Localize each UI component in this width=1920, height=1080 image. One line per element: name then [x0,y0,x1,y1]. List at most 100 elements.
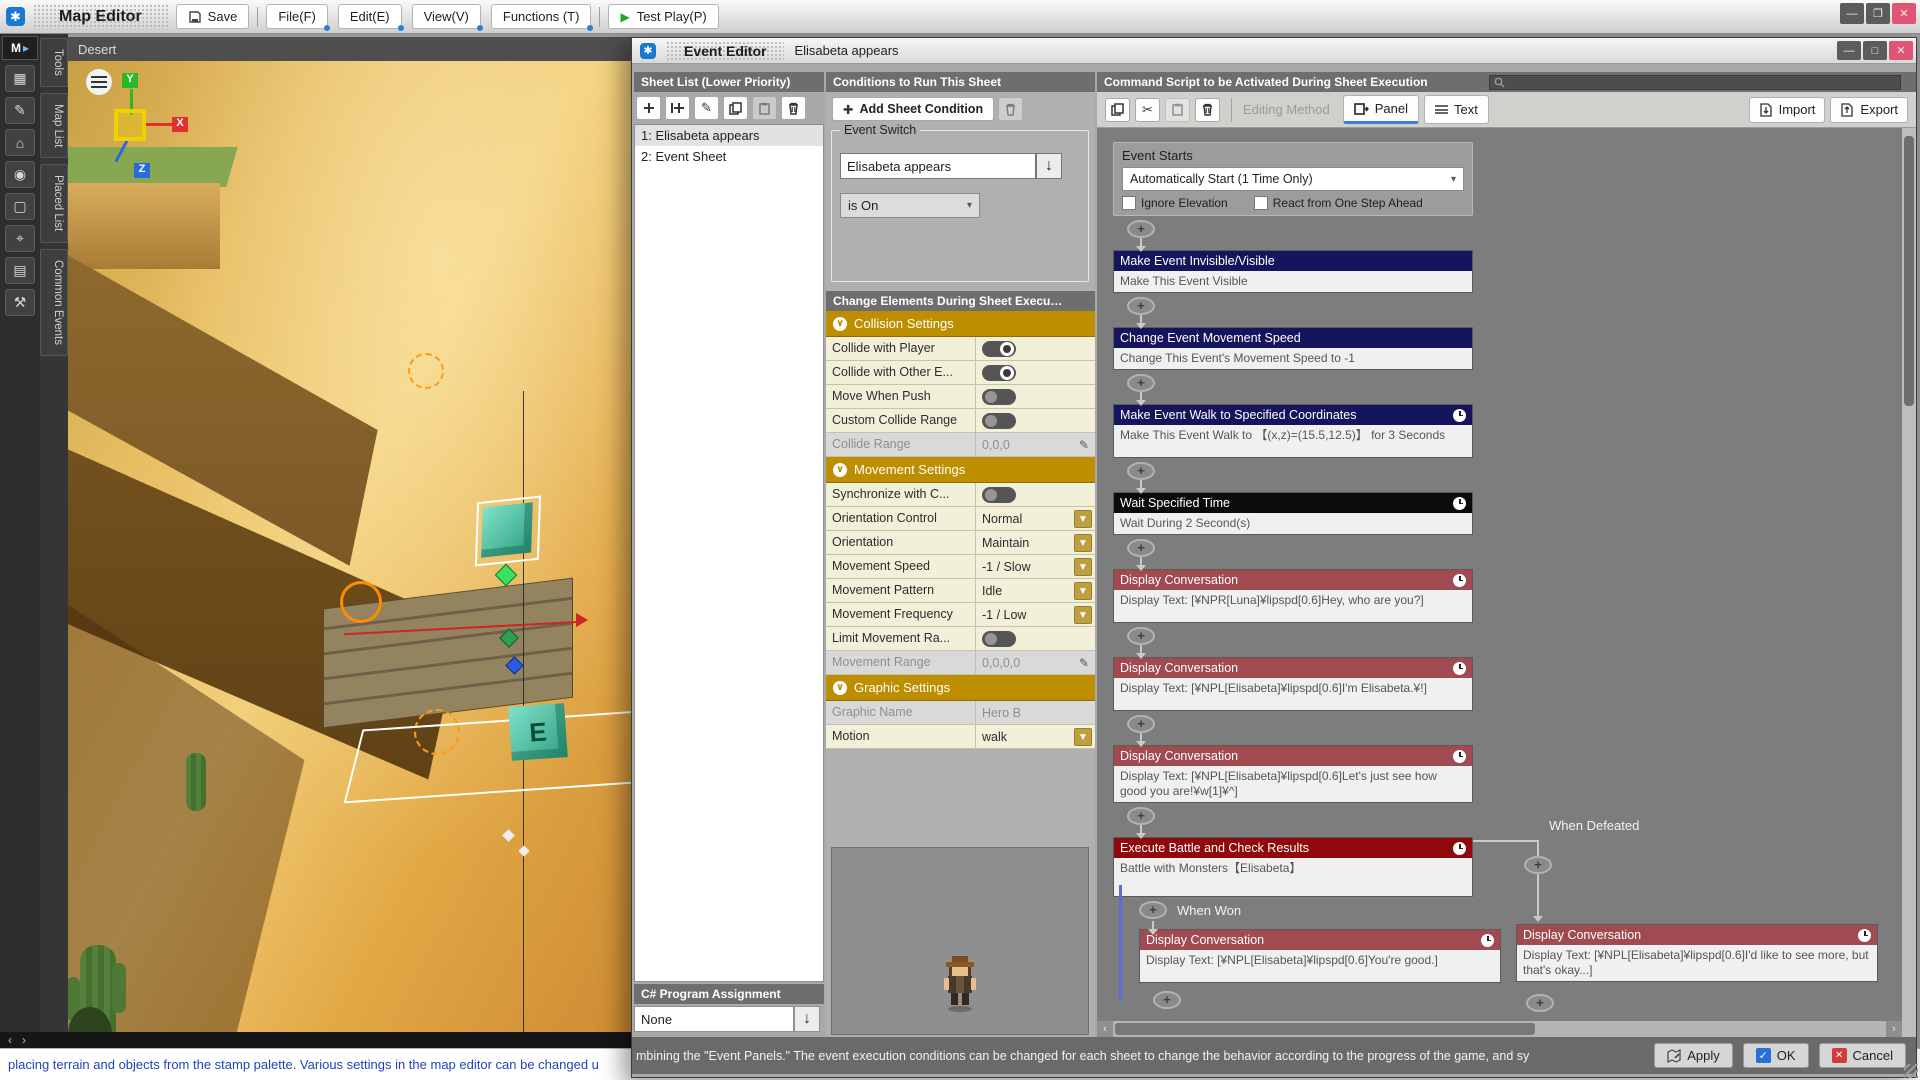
scroll-right-icon[interactable]: › [1886,1021,1902,1037]
test-play-button[interactable]: ▶ Test Play(P) [608,4,718,29]
setting-value[interactable]: Normal▼ [976,507,1095,530]
setting-value[interactable]: -1 / Low▼ [976,603,1095,626]
menu-item[interactable]: File(F) [266,4,328,29]
react-one-step-checkbox[interactable]: React from One Step Ahead [1254,196,1423,210]
building-tool-icon[interactable]: ⌂ [5,129,35,156]
insert-command-button[interactable]: + [1127,627,1155,645]
rename-sheet-button[interactable]: ✎ [694,96,719,120]
toggle-off[interactable] [982,413,1016,429]
stamp-tool-icon[interactable]: ▦ [5,65,35,92]
switch-select[interactable]: Elisabeta appears [840,153,1036,179]
toggle-off[interactable] [982,389,1016,405]
insert-command-button[interactable]: + [1127,807,1155,825]
command-flow-canvas[interactable]: Event Starts Automatically Start (1 Time… [1097,128,1902,1021]
sheet-list-item[interactable]: 2: Event Sheet [635,146,823,167]
delete-sheet-button[interactable] [781,96,806,120]
menu-item[interactable]: View(V) [412,4,481,29]
add-sheet-button[interactable] [636,96,661,120]
toggle-on[interactable] [982,341,1016,357]
insert-command-button[interactable]: + [1127,539,1155,557]
setting-value[interactable] [976,627,1095,650]
add-sheet-condition-button[interactable]: ✚Add Sheet Condition [832,97,994,121]
layers-tool-icon[interactable]: ▤ [5,257,35,284]
copy-command-button[interactable] [1105,98,1130,122]
insert-command-button[interactable]: + [1524,856,1552,874]
sheet-list[interactable]: 1: Elisabeta appears2: Event Sheet [634,124,824,982]
insert-command-button[interactable]: + [1127,462,1155,480]
editor-minimize-button[interactable]: — [1837,41,1861,60]
setting-value[interactable] [976,483,1095,506]
setting-value[interactable] [976,409,1095,432]
sidebar-tab-tools[interactable]: Tools [40,38,68,87]
target-tool-icon[interactable]: ⌖ [5,225,35,252]
save-button[interactable]: Save [176,4,250,29]
insert-command-button[interactable]: + [1139,901,1167,919]
insert-command-button[interactable]: + [1127,715,1155,733]
sheet-list-item[interactable]: 1: Elisabeta appears [635,125,823,146]
command-panel[interactable]: Display ConversationDisplay Text: [¥NPL[… [1113,657,1473,711]
insert-command-button[interactable]: + [1127,374,1155,392]
setting-value[interactable] [976,385,1095,408]
resize-grip[interactable] [1904,1064,1918,1078]
insert-command-button[interactable]: + [1127,297,1155,315]
export-button[interactable]: Export [1830,97,1908,123]
setting-value[interactable] [976,361,1095,384]
apply-button[interactable]: Apply [1654,1043,1733,1068]
ignore-elevation-checkbox[interactable]: Ignore Elevation [1122,196,1228,210]
import-button[interactable]: Import [1749,97,1826,123]
horizontal-scrollbar[interactable]: ‹ › [1097,1021,1902,1037]
command-panel[interactable]: Display ConversationDisplay Text: [¥NPL[… [1113,745,1473,803]
insert-sheet-button[interactable] [665,96,690,120]
insert-command-button[interactable]: + [1127,220,1155,238]
csharp-dropdown-arrow[interactable]: ↓ [794,1006,820,1032]
setting-value[interactable]: -1 / Slow▼ [976,555,1095,578]
cut-command-button[interactable]: ✂ [1135,98,1160,122]
pencil-icon[interactable]: ✎ [1079,438,1089,452]
editor-maximize-button[interactable]: □ [1863,41,1887,60]
hammer-tool-icon[interactable]: ⚒ [5,289,35,316]
section-header[interactable]: ∨Movement Settings [826,457,1095,483]
event-editor-titlebar[interactable]: ✱ Event Editor Elisabeta appears — □ ✕ [632,38,1916,64]
command-panel[interactable]: Make Event Walk to Specified Coordinates… [1113,404,1473,458]
copy-sheet-button[interactable] [723,96,748,120]
scroll-right-icon[interactable]: › [22,1033,26,1047]
chevron-down-icon[interactable]: ▼ [1074,534,1092,552]
editor-close-button[interactable]: ✕ [1889,41,1913,60]
section-header[interactable]: ∨Graphic Settings [826,675,1095,701]
pencil-icon[interactable]: ✎ [1079,656,1089,670]
menu-item[interactable]: Functions (T) [491,4,592,29]
text-mode-button[interactable]: Text [1424,95,1489,124]
map-viewport[interactable]: E Y X Z [68,61,631,1032]
command-panel[interactable]: Wait Specified TimeWait During 2 Second(… [1113,492,1473,535]
csharp-dropdown[interactable]: None [634,1006,794,1032]
paste-sheet-button[interactable] [752,96,777,120]
sidebar-tab-map-list[interactable]: Map List [40,93,68,158]
cancel-button[interactable]: ✕Cancel [1819,1043,1906,1068]
switch-select-arrow[interactable]: ↓ [1036,153,1062,179]
vertical-scrollbar[interactable] [1902,128,1916,1037]
setting-value[interactable]: walk▼ [976,725,1095,748]
scroll-left-icon[interactable]: ‹ [1097,1021,1113,1037]
chevron-down-icon[interactable]: ▼ [1074,558,1092,576]
command-panel[interactable]: Display ConversationDisplay Text: [¥NPL[… [1139,929,1501,983]
command-panel[interactable]: Display ConversationDisplay Text: [¥NPR[… [1113,569,1473,623]
insert-command-button[interactable]: + [1153,991,1181,1009]
insert-command-button[interactable]: + [1526,994,1554,1012]
setting-value[interactable] [976,337,1095,360]
command-panel[interactable]: Change Event Movement SpeedChange This E… [1113,327,1473,370]
delete-command-button[interactable] [1195,98,1220,122]
pen-tool-icon[interactable]: ✎ [5,97,35,124]
command-panel[interactable]: Make Event Invisible/VisibleMake This Ev… [1113,250,1473,293]
command-panel[interactable]: Display Conversation Display Text: [¥NPL… [1516,924,1878,982]
setting-value[interactable]: Maintain▼ [976,531,1095,554]
minimize-button[interactable]: — [1840,3,1864,24]
delete-condition-button[interactable] [998,97,1023,121]
menu-item[interactable]: Edit(E) [338,4,402,29]
chevron-down-icon[interactable]: ▼ [1074,728,1092,746]
panel-mode-button[interactable]: Panel [1343,95,1419,124]
setting-value[interactable]: Idle▼ [976,579,1095,602]
script-search-input[interactable] [1489,75,1901,90]
switch-state-select[interactable]: is On▾ [840,193,980,218]
toggle-on[interactable] [982,365,1016,381]
collapse-menu-button[interactable]: M▸ [2,36,38,60]
